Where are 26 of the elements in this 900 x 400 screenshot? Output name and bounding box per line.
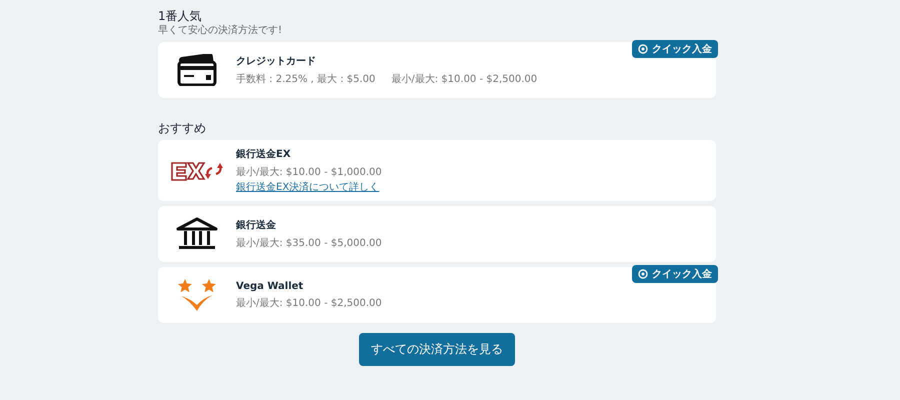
method-name: 銀行送金EX [236,148,292,161]
method-name: 銀行送金 [236,218,277,232]
method-detail: 手数料 : 2.25% , 最大 : $5.00 [236,72,376,86]
quick-deposit-button[interactable]: クイック入金 [632,265,718,283]
method-name: Vega Wallet [236,280,304,292]
method-detail: 最小/最大: $10.00 - $1,000.00 [236,166,382,179]
payment-method-card[interactable]: 銀行送金 最小/最大: $35.00 - $5,000.00 [158,206,716,262]
method-detail: 最小/最大: $10.00 - $2,500.00 [236,296,382,310]
section-title: おすすめ [158,120,207,136]
section-subtitle: 早くて安心の決済方法です! [158,24,284,38]
details-link[interactable]: 銀行送金EX決済について詳しく [236,180,382,194]
quick-deposit-button[interactable]: クイック入金 [632,40,718,58]
ex-logo-icon [170,160,224,180]
coin-icon [638,44,648,54]
bank-icon [176,217,218,251]
method-detail: 最小/最大: $35.00 - $5,000.00 [236,236,382,250]
stars-check-icon [178,278,216,312]
view-all-methods-button[interactable]: すべての決済方法を見る [359,333,515,366]
method-name: クレジットカード [236,55,317,68]
section-title: 1番人気 [158,8,203,24]
payment-method-card[interactable]: 銀行送金EX 最小/最大: $10.00 - $1,000.00 銀行送金EX決済について詳しく [158,140,716,201]
method-detail: 最小/最大: $10.00 - $2,500.00 [391,72,538,86]
coin-icon [638,269,648,279]
payment-method-card[interactable]: Vega Wallet 最小/最大: $10.00 - $2,500.00 クイック入金 [158,267,716,323]
credit-card-icon [177,54,217,86]
payment-method-card[interactable]: クレジットカード 手数料 : 2.25% , 最大 : $5.00 最小/最大: $10.00 - $2,500.00 クイック入金 [158,42,716,98]
